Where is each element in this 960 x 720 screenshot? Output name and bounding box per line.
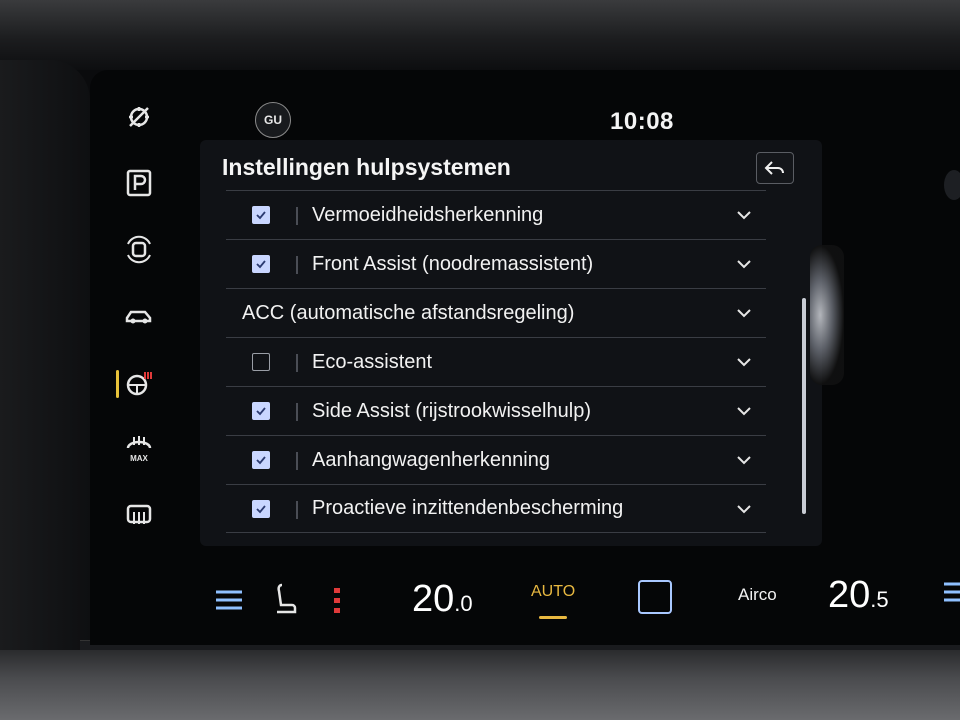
checkbox[interactable] [252,206,270,224]
chevron-down-icon[interactable] [736,207,752,223]
menu-icon[interactable] [214,588,244,612]
defrost-max-icon-svg: MAX [126,436,152,463]
svg-text:MAX: MAX [130,454,148,463]
divider [296,354,298,372]
chevron-down-icon[interactable] [736,501,752,517]
list-item-trailer-detection[interactable]: Aanhangwagenherkenning [226,435,766,484]
car-sensors-icon-svg [127,235,151,264]
active-indicator [116,370,119,398]
back-arrow-icon [764,161,784,175]
divider [296,207,298,225]
list-group-label: ACC (automatische afstandsregeling) [242,301,575,324]
parking-icon-svg [126,169,152,197]
list-item-proactive-protection[interactable]: Proactieve inzittendenbescherming [226,484,766,533]
dashboard-bezel-top [0,0,960,70]
list-item-label: Side Assist (rijstrookwisselhulp) [312,399,591,422]
chevron-down-icon[interactable] [736,403,752,419]
dashboard-bezel-bottom [0,650,960,720]
divider [296,501,298,519]
auto-button[interactable]: AUTO [531,583,575,601]
checkbox[interactable] [252,499,270,518]
stop-square-button[interactable] [638,580,672,614]
profile-avatar[interactable]: GU [255,102,291,138]
dashboard-bezel-left [0,60,90,720]
auto-indicator [539,616,567,619]
divider [296,256,298,274]
list-scrollbar[interactable] [802,298,806,514]
temperature-right[interactable]: 20.5 [828,574,889,617]
infotainment-screen: MAX GU 10:08 Instellingen hulpsystemen V… [90,70,960,645]
climate-bar: 20.0 AUTO Airco 20.5 [90,558,960,645]
checkbox[interactable] [252,353,270,371]
heat-level-icon [334,588,340,613]
chevron-down-icon[interactable] [736,452,752,468]
checkbox[interactable] [252,255,270,273]
menu-right-icon[interactable] [942,580,960,604]
car-view-icon[interactable] [122,298,156,332]
temperature-right-int: 20 [828,574,871,616]
temperature-left-int: 20 [412,578,455,620]
list-item-label: Front Assist (noodremassistent) [312,252,594,275]
check-icon [256,504,266,513]
list-group-acc[interactable]: ACC (automatische afstandsregeling) [226,288,766,337]
temperature-right-decimal: .5 [870,587,889,612]
clock: 10:08 [610,108,674,135]
car-sensors-icon[interactable] [122,232,156,266]
list-item-label: Aanhangwagenherkenning [312,448,550,471]
checkbox[interactable] [252,402,270,420]
rear-defrost-icon[interactable] [122,498,156,532]
assist-off-icon[interactable] [122,100,156,134]
chevron-down-icon[interactable] [736,256,752,272]
back-button[interactable] [756,152,794,184]
background-shadow [944,170,960,200]
divider [296,403,298,421]
check-icon [256,211,266,220]
background-vehicle-view [810,245,844,385]
steering-heat-icon[interactable] [122,366,156,400]
parking-icon[interactable] [122,166,156,200]
temperature-left-decimal: .0 [454,591,473,616]
page-title: Instellingen hulpsystemen [222,154,511,180]
checkbox[interactable] [252,451,270,469]
chevron-down-icon[interactable] [736,354,752,370]
settings-panel: Instellingen hulpsystemen Vermoeidheidsh… [200,140,822,546]
check-icon [256,456,266,465]
car-view-icon-svg [125,310,152,324]
check-icon [256,407,266,416]
rear-defrost-icon-svg [126,504,152,524]
seat-heat-icon[interactable] [270,582,298,616]
list-item-label: Eco-assistent [312,350,433,373]
defrost-max-icon[interactable]: MAX [122,432,156,466]
assist-off-icon-svg [129,107,149,127]
temperature-left[interactable]: 20.0 [412,578,473,621]
list-item-label: Vermoeidheidsherkenning [312,203,544,226]
list-item-front-assist[interactable]: Front Assist (noodremassistent) [226,239,766,288]
list-item-eco-assist[interactable]: Eco-assistent [226,337,766,386]
divider [296,452,298,470]
check-icon [256,260,266,269]
steering-heat-icon-svg [126,372,152,396]
airco-button[interactable]: Airco [738,585,777,605]
left-icon-bar: MAX [90,70,200,560]
list-item-label: Proactieve inzittendenbescherming [312,497,624,519]
assist-systems-list: Vermoeidheidsherkenning Front Assist (no… [226,190,766,533]
chevron-down-icon[interactable] [736,305,752,321]
list-item-fatigue-detection[interactable]: Vermoeidheidsherkenning [226,190,766,239]
list-item-side-assist[interactable]: Side Assist (rijstrookwisselhulp) [226,386,766,435]
